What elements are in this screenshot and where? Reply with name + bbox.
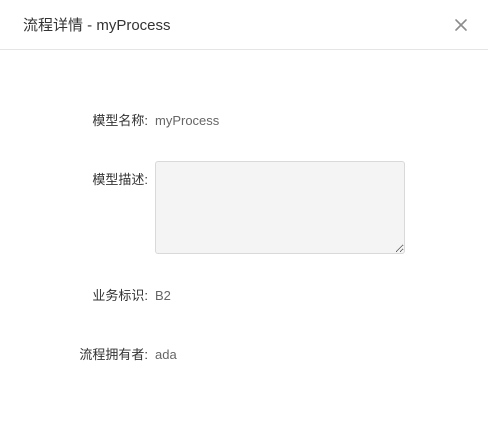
dialog-header: 流程详情 - myProcess [0,0,488,50]
process-owner-value: ada [155,347,177,362]
model-description-textarea[interactable] [155,161,405,254]
close-icon[interactable] [452,16,470,34]
model-name-label: 模型名称: [92,113,148,128]
business-key-label: 业务标识: [92,288,148,303]
model-description-label: 模型描述: [92,172,148,187]
process-owner-label: 流程拥有者: [79,347,148,362]
model-name-value: myProcess [155,113,220,128]
process-details-dialog: 流程详情 - myProcess 模型名称: myProcess 模型描述: 业… [0,0,488,441]
dialog-title: 流程详情 - myProcess [23,17,171,34]
business-key-value: B2 [155,288,171,303]
